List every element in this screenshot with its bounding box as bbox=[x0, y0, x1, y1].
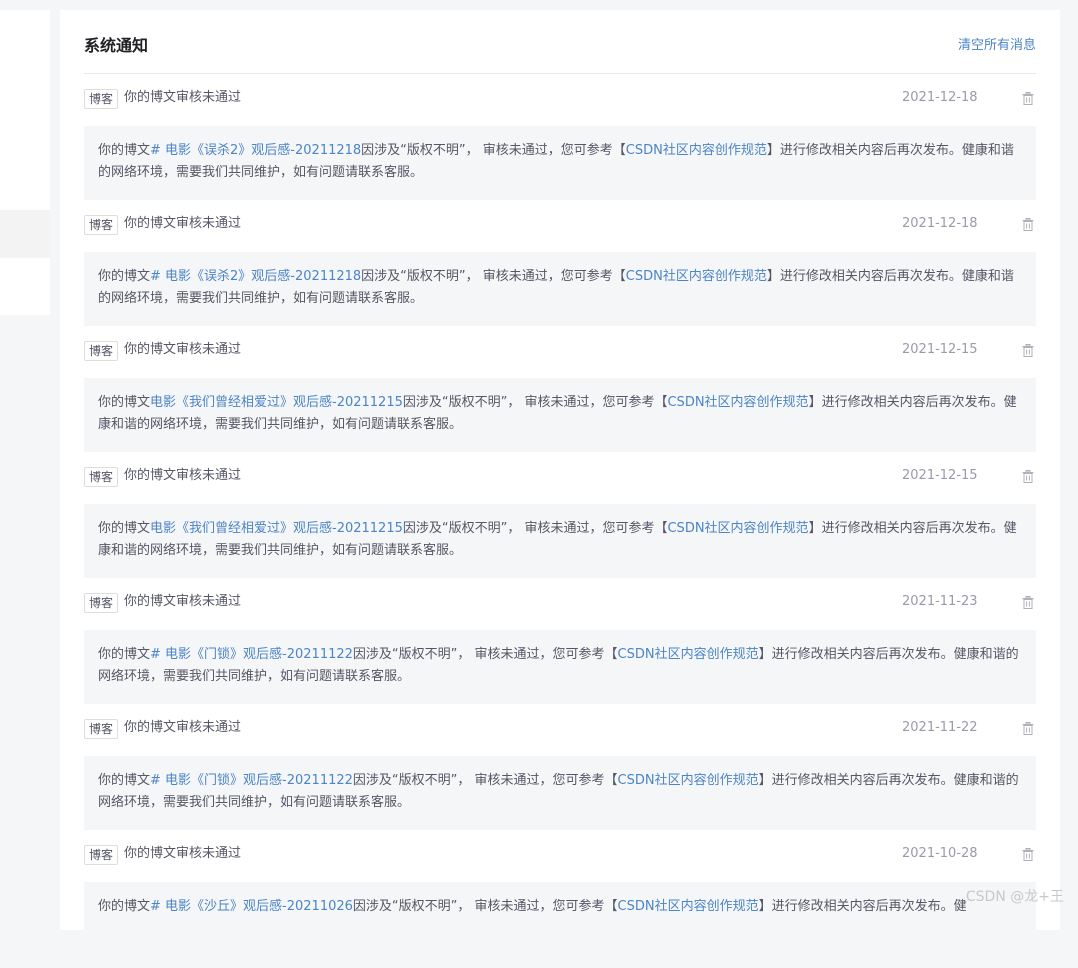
notice-date: 2021-10-28 bbox=[902, 844, 978, 864]
notice-item: 博客你的博文审核未通过 2021-12-18 你的博文# 电影《误杀2》观后感-20… bbox=[84, 86, 1036, 212]
detail-prefix: 你的博文 bbox=[98, 269, 150, 284]
guideline-link[interactable]: CSDN社区内容创作规范 bbox=[667, 395, 808, 410]
guideline-link[interactable]: CSDN社区内容创作规范 bbox=[618, 647, 759, 662]
category-tag: 博客 bbox=[84, 215, 118, 235]
notice-summary: 你的博文审核未通过 bbox=[124, 844, 241, 864]
detail-prefix: 你的博文 bbox=[98, 647, 150, 662]
guideline-link[interactable]: CSDN社区内容创作规范 bbox=[626, 143, 767, 158]
category-tag: 博客 bbox=[84, 467, 118, 487]
notice-date: 2021-12-18 bbox=[902, 88, 978, 108]
trash-icon[interactable] bbox=[1022, 344, 1034, 357]
notice-meta: 博客你的博文审核未通过 2021-11-23 bbox=[84, 590, 1036, 630]
notice-item: 博客你的博文审核未通过 2021-11-22 你的博文# 电影《门锁》观后感-202… bbox=[84, 716, 1036, 842]
notice-summary: 你的博文审核未通过 bbox=[124, 88, 241, 108]
detail-reason: 因涉及“版权不明”， 审核未通过，您可参考【 bbox=[403, 395, 668, 410]
guideline-link[interactable]: CSDN社区内容创作规范 bbox=[618, 899, 759, 914]
detail-prefix: 你的博文 bbox=[98, 395, 150, 410]
trash-icon[interactable] bbox=[1022, 92, 1034, 105]
article-link[interactable]: # 电影《门锁》观后感-20211122 bbox=[150, 773, 353, 788]
guideline-link[interactable]: CSDN社区内容创作规范 bbox=[618, 773, 759, 788]
category-tag: 博客 bbox=[84, 719, 118, 739]
trash-icon[interactable] bbox=[1022, 596, 1034, 609]
category-tag: 博客 bbox=[84, 89, 118, 109]
category-tag: 博客 bbox=[84, 593, 118, 613]
sidebar-selected-item[interactable] bbox=[0, 210, 50, 258]
article-link[interactable]: # 电影《门锁》观后感-20211122 bbox=[150, 647, 353, 662]
panel-header: 系统通知 清空所有消息 bbox=[84, 10, 1036, 74]
notice-summary: 你的博文审核未通过 bbox=[124, 592, 241, 612]
detail-prefix: 你的博文 bbox=[98, 143, 150, 158]
article-link[interactable]: # 电影《误杀2》观后感-20211218 bbox=[150, 269, 361, 284]
article-link[interactable]: # 电影《沙丘》观后感-20211026 bbox=[150, 899, 353, 914]
trash-icon[interactable] bbox=[1022, 470, 1034, 483]
notice-detail: 你的博文# 电影《沙丘》观后感-20211026因涉及“版权不明”， 审核未通过… bbox=[84, 882, 1036, 956]
trash-icon[interactable] bbox=[1022, 218, 1034, 231]
clear-all-messages-link[interactable]: 清空所有消息 bbox=[958, 37, 1036, 55]
notification-panel: 系统通知 清空所有消息 博客你的博文审核未通过2021-12-18你的博文# 电… bbox=[60, 10, 1060, 930]
notice-date: 2021-12-15 bbox=[902, 466, 978, 486]
notice-meta: 博客你的博文审核未通过 2021-12-15 bbox=[84, 338, 1036, 378]
notice-summary: 你的博文审核未通过 bbox=[124, 340, 241, 360]
trash-icon[interactable] bbox=[1022, 722, 1034, 735]
detail-prefix: 你的博文 bbox=[98, 773, 150, 788]
notice-summary: 你的博文审核未通过 bbox=[124, 214, 241, 234]
guideline-link[interactable]: CSDN社区内容创作规范 bbox=[626, 269, 767, 284]
notice-meta: 博客你的博文审核未通过 2021-12-18 bbox=[84, 212, 1036, 252]
notice-item: 博客你的博文审核未通过 2021-10-28 你的博文# 电影《沙丘》观后感-202… bbox=[84, 842, 1036, 968]
notice-detail: 你的博文# 电影《门锁》观后感-20211122因涉及“版权不明”， 审核未通过… bbox=[84, 756, 1036, 830]
article-link[interactable]: 电影《我们曾经相爱过》观后感-20211215 bbox=[150, 521, 403, 536]
notice-item: 博客你的博文审核未通过 2021-12-15 你的博文电影《我们曾经相爱过》观后感-… bbox=[84, 464, 1036, 590]
notice-detail: 你的博文电影《我们曾经相爱过》观后感-20211215因涉及“版权不明”， 审核… bbox=[84, 504, 1036, 578]
notice-detail: 你的博文电影《我们曾经相爱过》观后感-20211215因涉及“版权不明”， 审核… bbox=[84, 378, 1036, 452]
category-tag: 博客 bbox=[84, 341, 118, 361]
notice-list: 博客你的博文审核未通过2021-12-18你的博文# 电影《误杀2》观后感-20… bbox=[84, 86, 1036, 968]
notice-date: 2021-12-18 bbox=[902, 214, 978, 234]
notice-date: 2021-11-22 bbox=[902, 718, 978, 738]
notice-item: 博客你的博文审核未通过 2021-12-18 你的博文# 电影《误杀2》观后感-20… bbox=[84, 212, 1036, 338]
notice-date: 2021-12-15 bbox=[902, 340, 978, 360]
notice-summary: 你的博文审核未通过 bbox=[124, 466, 241, 486]
detail-reason: 因涉及“版权不明”， 审核未通过，您可参考【 bbox=[353, 773, 618, 788]
trash-icon[interactable] bbox=[1022, 848, 1034, 861]
category-tag: 博客 bbox=[84, 845, 118, 865]
notice-meta: 博客你的博文审核未通过 2021-12-18 bbox=[84, 86, 1036, 126]
detail-reason: 因涉及“版权不明”， 审核未通过，您可参考【 bbox=[353, 899, 618, 914]
detail-reason: 因涉及“版权不明”， 审核未通过，您可参考【 bbox=[361, 143, 626, 158]
notice-detail: 你的博文# 电影《门锁》观后感-20211122因涉及“版权不明”， 审核未通过… bbox=[84, 630, 1036, 704]
article-link[interactable]: 电影《我们曾经相爱过》观后感-20211215 bbox=[150, 395, 403, 410]
watermark: CSDN @龙+王 bbox=[966, 888, 1064, 906]
detail-reason: 因涉及“版权不明”， 审核未通过，您可参考【 bbox=[353, 647, 618, 662]
detail-reason: 因涉及“版权不明”， 审核未通过，您可参考【 bbox=[403, 521, 668, 536]
article-link[interactable]: # 电影《误杀2》观后感-20211218 bbox=[150, 143, 361, 158]
notice-meta: 博客你的博文审核未通过 2021-11-22 bbox=[84, 716, 1036, 756]
guideline-link[interactable]: CSDN社区内容创作规范 bbox=[667, 521, 808, 536]
notice-item: 博客你的博文审核未通过 2021-11-23 你的博文# 电影《门锁》观后感-202… bbox=[84, 590, 1036, 716]
notice-item: 博客你的博文审核未通过 2021-12-15 你的博文电影《我们曾经相爱过》观后感-… bbox=[84, 338, 1036, 464]
notice-summary: 你的博文审核未通过 bbox=[124, 718, 241, 738]
detail-suffix: 】进行修改相关内容后再次发布。健 bbox=[759, 899, 967, 914]
notice-meta: 博客你的博文审核未通过 2021-12-15 bbox=[84, 464, 1036, 504]
detail-reason: 因涉及“版权不明”， 审核未通过，您可参考【 bbox=[361, 269, 626, 284]
notice-meta: 博客你的博文审核未通过 2021-10-28 bbox=[84, 842, 1036, 882]
left-sidebar bbox=[0, 10, 50, 315]
detail-prefix: 你的博文 bbox=[98, 521, 150, 536]
detail-prefix: 你的博文 bbox=[98, 899, 150, 914]
notice-date: 2021-11-23 bbox=[902, 592, 978, 612]
page-title: 系统通知 bbox=[84, 35, 148, 57]
notice-detail: 你的博文# 电影《误杀2》观后感-20211218因涉及“版权不明”， 审核未通… bbox=[84, 252, 1036, 326]
notice-detail: 你的博文# 电影《误杀2》观后感-20211218因涉及“版权不明”， 审核未通… bbox=[84, 126, 1036, 200]
